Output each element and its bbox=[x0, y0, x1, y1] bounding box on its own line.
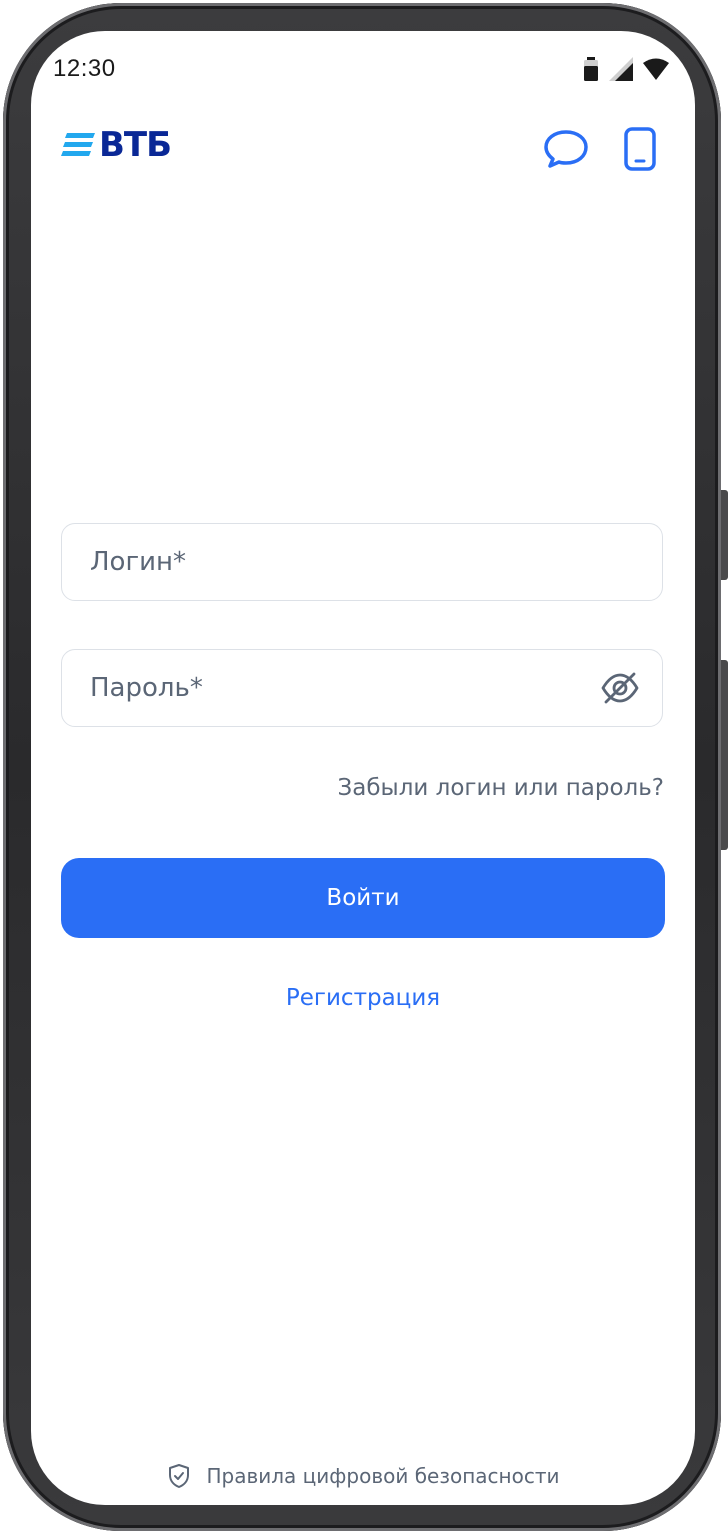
login-field[interactable] bbox=[61, 523, 663, 601]
security-rules-text: Правила цифровой безопасности bbox=[206, 1464, 560, 1488]
power-button bbox=[721, 660, 728, 850]
mobile-phone-icon bbox=[624, 127, 656, 171]
eye-off-icon[interactable] bbox=[600, 670, 640, 706]
chat-button[interactable] bbox=[540, 123, 592, 175]
volume-button bbox=[721, 490, 728, 580]
status-time: 12:30 bbox=[53, 55, 116, 82]
phone-device: 12:30 ВТБ Логин* Забыли логин или пароль… bbox=[0, 0, 728, 1536]
password-field[interactable] bbox=[61, 649, 663, 727]
wifi-icon bbox=[643, 58, 669, 80]
register-link[interactable]: Регистрация bbox=[286, 985, 440, 1011]
forgot-password-link[interactable]: Забыли логин или пароль? bbox=[338, 775, 664, 801]
register-row: Регистрация bbox=[31, 985, 695, 1011]
security-rules-link[interactable]: Правила цифровой безопасности bbox=[31, 1463, 695, 1489]
app-screen: 12:30 ВТБ Логин* Забыли логин или пароль… bbox=[31, 31, 695, 1505]
logo-stripes-icon bbox=[61, 133, 95, 156]
shield-check-icon bbox=[168, 1464, 189, 1488]
login-button[interactable]: Войти bbox=[61, 858, 665, 938]
battery-icon bbox=[584, 57, 598, 81]
chat-bubble-icon bbox=[544, 130, 588, 168]
vtb-logo: ВТБ bbox=[61, 123, 172, 167]
logo-text: ВТБ bbox=[99, 125, 172, 165]
password-input[interactable] bbox=[62, 650, 662, 726]
login-input[interactable] bbox=[62, 524, 662, 600]
cellular-signal-icon bbox=[609, 57, 633, 81]
status-icons bbox=[583, 55, 669, 83]
mobile-button[interactable] bbox=[614, 123, 666, 175]
